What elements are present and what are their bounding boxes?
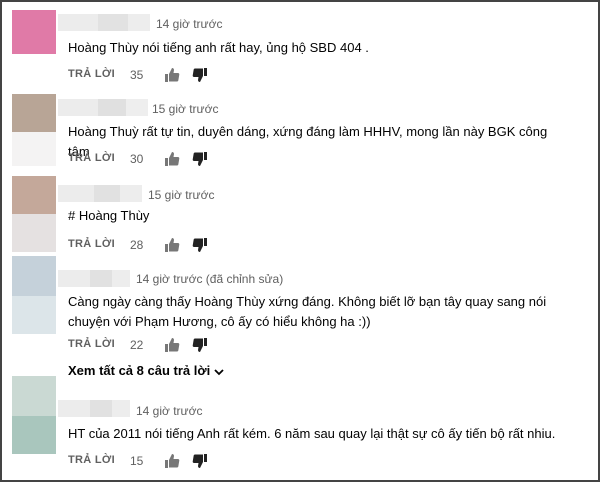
avatar-top-block <box>12 176 56 214</box>
avatar-bottom-block <box>12 132 56 166</box>
like-count: 30 <box>130 152 144 166</box>
avatar[interactable] <box>12 376 56 454</box>
comment-actions: TRẢ LỜI 28 <box>68 238 368 256</box>
comment-timestamp[interactable]: 15 giờ trước <box>152 102 218 116</box>
avatar[interactable] <box>12 176 56 252</box>
avatar-top-block <box>12 94 56 132</box>
thumbs-down-icon[interactable] <box>192 67 208 83</box>
reply-button[interactable]: TRẢ LỜI <box>68 454 115 466</box>
author-name-redacted[interactable] <box>58 270 130 287</box>
avatar-bottom-block <box>12 214 56 252</box>
thumbs-up-icon[interactable] <box>164 67 180 83</box>
author-name-redacted[interactable] <box>58 99 148 116</box>
comment-timestamp[interactable]: 14 giờ trước <box>136 404 202 418</box>
thumbs-down-icon[interactable] <box>192 337 208 353</box>
comment-actions: TRẢ LỜI 15 <box>68 454 368 472</box>
thumbs-up-icon[interactable] <box>164 237 180 253</box>
avatar-top-block <box>12 10 56 54</box>
thumbs-down-icon[interactable] <box>192 151 208 167</box>
comment-text: Hoàng Thùy nói tiếng anh rất hay, ủng hộ… <box>68 40 369 55</box>
thumbs-down-icon[interactable] <box>192 453 208 469</box>
comment-panel: 14 giờ trước Hoàng Thùy nói tiếng anh rấ… <box>0 0 600 482</box>
comment-actions: TRẢ LỜI 22 <box>68 338 368 356</box>
avatar[interactable] <box>12 256 56 334</box>
comment-actions: TRẢ LỜI 35 <box>68 68 368 86</box>
author-name-redacted[interactable] <box>58 14 150 31</box>
reply-button[interactable]: TRẢ LỜI <box>68 152 115 164</box>
author-name-redacted[interactable] <box>58 400 130 417</box>
comment-actions: TRẢ LỜI 30 <box>68 152 368 170</box>
avatar[interactable] <box>12 94 56 166</box>
like-count: 22 <box>130 338 144 352</box>
thumbs-up-icon[interactable] <box>164 337 180 353</box>
avatar-top-block <box>12 256 56 296</box>
reply-button[interactable]: TRẢ LỜI <box>68 68 115 80</box>
avatar-top-block <box>12 376 56 416</box>
thumbs-up-icon[interactable] <box>164 453 180 469</box>
avatar-bottom-block <box>12 296 56 334</box>
like-count: 15 <box>130 454 144 468</box>
comment-text: Càng ngày càng thấy Hoàng Thùy xứng đáng… <box>68 294 547 329</box>
view-all-replies-button[interactable]: Xem tất cả 8 câu trả lời <box>68 363 225 378</box>
comment-text: HT của 2011 nói tiếng Anh rất kém. 6 năm… <box>68 426 556 441</box>
comment-timestamp[interactable]: 14 giờ trước (đã chỉnh sửa) <box>136 272 283 286</box>
chevron-down-icon <box>214 368 224 375</box>
author-name-redacted[interactable] <box>58 185 142 202</box>
reply-button[interactable]: TRẢ LỜI <box>68 338 115 350</box>
reply-button[interactable]: TRẢ LỜI <box>68 238 115 250</box>
view-all-replies-label: Xem tất cả 8 câu trả lời <box>68 363 211 378</box>
like-count: 28 <box>130 238 144 252</box>
thumbs-down-icon[interactable] <box>192 237 208 253</box>
comment-timestamp[interactable]: 14 giờ trước <box>156 17 222 31</box>
like-count: 35 <box>130 68 144 82</box>
avatar-bottom-block <box>12 416 56 454</box>
avatar[interactable] <box>12 10 56 58</box>
comment-text: # Hoàng Thùy <box>68 208 150 223</box>
thumbs-up-icon[interactable] <box>164 151 180 167</box>
comment-timestamp[interactable]: 15 giờ trước <box>148 188 214 202</box>
